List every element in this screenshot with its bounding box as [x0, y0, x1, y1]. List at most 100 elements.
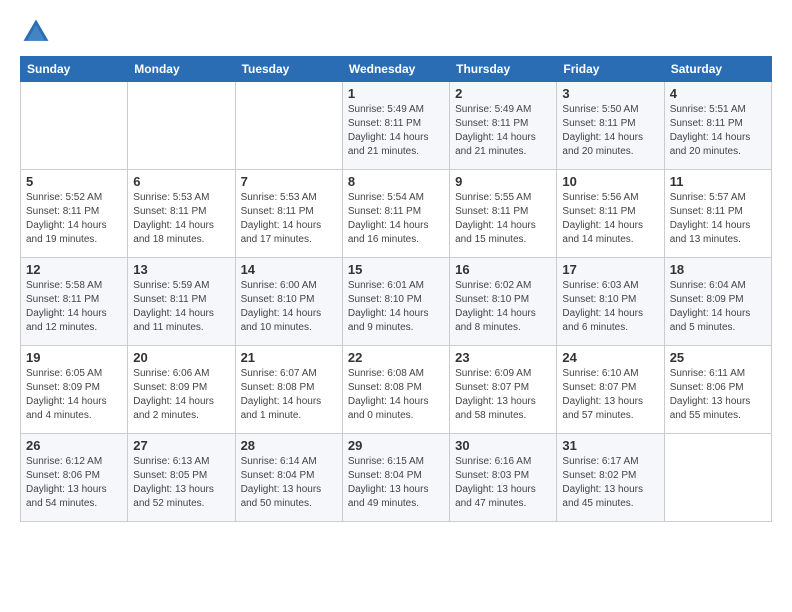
cell-sunset: Sunset: 8:06 PM: [670, 381, 766, 395]
cell-daylight: Daylight: 14 hours and 14 minutes.: [562, 219, 658, 247]
cell-sunrise: Sunrise: 6:03 AM: [562, 279, 658, 293]
cell-sunset: Sunset: 8:11 PM: [562, 117, 658, 131]
cell-daylight: Daylight: 14 hours and 5 minutes.: [670, 307, 766, 335]
cell-date: 8: [348, 174, 444, 189]
cell-sunset: Sunset: 8:02 PM: [562, 469, 658, 483]
cell-sunset: Sunset: 8:09 PM: [26, 381, 122, 395]
cell-sunset: Sunset: 8:09 PM: [133, 381, 229, 395]
cell-daylight: Daylight: 13 hours and 50 minutes.: [241, 483, 337, 511]
calendar-cell: 13 Sunrise: 5:59 AM Sunset: 8:11 PM Dayl…: [128, 258, 235, 346]
cell-daylight: Daylight: 14 hours and 10 minutes.: [241, 307, 337, 335]
cell-sunset: Sunset: 8:11 PM: [241, 205, 337, 219]
cell-sunrise: Sunrise: 6:02 AM: [455, 279, 551, 293]
calendar-cell: 14 Sunrise: 6:00 AM Sunset: 8:10 PM Dayl…: [235, 258, 342, 346]
cell-daylight: Daylight: 13 hours and 47 minutes.: [455, 483, 551, 511]
cell-sunrise: Sunrise: 6:10 AM: [562, 367, 658, 381]
cell-daylight: Daylight: 14 hours and 1 minute.: [241, 395, 337, 423]
cell-date: 29: [348, 438, 444, 453]
calendar-table: SundayMondayTuesdayWednesdayThursdayFrid…: [20, 56, 772, 522]
cell-daylight: Daylight: 14 hours and 20 minutes.: [562, 131, 658, 159]
weekday-header-cell: Monday: [128, 57, 235, 82]
cell-date: 1: [348, 86, 444, 101]
cell-date: 9: [455, 174, 551, 189]
cell-info: Sunrise: 5:51 AM Sunset: 8:11 PM Dayligh…: [670, 103, 766, 159]
cell-info: Sunrise: 6:10 AM Sunset: 8:07 PM Dayligh…: [562, 367, 658, 423]
cell-sunset: Sunset: 8:03 PM: [455, 469, 551, 483]
calendar-cell: 31 Sunrise: 6:17 AM Sunset: 8:02 PM Dayl…: [557, 434, 664, 522]
cell-daylight: Daylight: 14 hours and 2 minutes.: [133, 395, 229, 423]
calendar-cell: 24 Sunrise: 6:10 AM Sunset: 8:07 PM Dayl…: [557, 346, 664, 434]
cell-daylight: Daylight: 14 hours and 18 minutes.: [133, 219, 229, 247]
weekday-header-row: SundayMondayTuesdayWednesdayThursdayFrid…: [21, 57, 772, 82]
cell-daylight: Daylight: 13 hours and 45 minutes.: [562, 483, 658, 511]
cell-daylight: Daylight: 14 hours and 16 minutes.: [348, 219, 444, 247]
cell-sunset: Sunset: 8:10 PM: [562, 293, 658, 307]
cell-date: 4: [670, 86, 766, 101]
cell-sunset: Sunset: 8:04 PM: [241, 469, 337, 483]
cell-daylight: Daylight: 14 hours and 6 minutes.: [562, 307, 658, 335]
cell-daylight: Daylight: 14 hours and 15 minutes.: [455, 219, 551, 247]
cell-sunrise: Sunrise: 6:11 AM: [670, 367, 766, 381]
cell-sunrise: Sunrise: 6:07 AM: [241, 367, 337, 381]
cell-info: Sunrise: 5:49 AM Sunset: 8:11 PM Dayligh…: [455, 103, 551, 159]
cell-date: 20: [133, 350, 229, 365]
cell-sunrise: Sunrise: 6:12 AM: [26, 455, 122, 469]
cell-daylight: Daylight: 14 hours and 20 minutes.: [670, 131, 766, 159]
calendar-week-row: 26 Sunrise: 6:12 AM Sunset: 8:06 PM Dayl…: [21, 434, 772, 522]
cell-info: Sunrise: 6:00 AM Sunset: 8:10 PM Dayligh…: [241, 279, 337, 335]
cell-date: 17: [562, 262, 658, 277]
calendar-cell: [21, 82, 128, 170]
cell-info: Sunrise: 5:57 AM Sunset: 8:11 PM Dayligh…: [670, 191, 766, 247]
cell-info: Sunrise: 6:09 AM Sunset: 8:07 PM Dayligh…: [455, 367, 551, 423]
cell-sunset: Sunset: 8:11 PM: [133, 205, 229, 219]
calendar-cell: 9 Sunrise: 5:55 AM Sunset: 8:11 PM Dayli…: [450, 170, 557, 258]
cell-sunset: Sunset: 8:06 PM: [26, 469, 122, 483]
calendar-cell: 3 Sunrise: 5:50 AM Sunset: 8:11 PM Dayli…: [557, 82, 664, 170]
cell-sunset: Sunset: 8:11 PM: [348, 205, 444, 219]
cell-daylight: Daylight: 13 hours and 55 minutes.: [670, 395, 766, 423]
calendar-week-row: 1 Sunrise: 5:49 AM Sunset: 8:11 PM Dayli…: [21, 82, 772, 170]
cell-sunset: Sunset: 8:07 PM: [562, 381, 658, 395]
cell-sunrise: Sunrise: 6:06 AM: [133, 367, 229, 381]
cell-info: Sunrise: 6:01 AM Sunset: 8:10 PM Dayligh…: [348, 279, 444, 335]
cell-sunset: Sunset: 8:08 PM: [241, 381, 337, 395]
cell-sunrise: Sunrise: 6:09 AM: [455, 367, 551, 381]
weekday-header-cell: Sunday: [21, 57, 128, 82]
cell-sunset: Sunset: 8:04 PM: [348, 469, 444, 483]
calendar-cell: 28 Sunrise: 6:14 AM Sunset: 8:04 PM Dayl…: [235, 434, 342, 522]
weekday-header-cell: Wednesday: [342, 57, 449, 82]
cell-daylight: Daylight: 14 hours and 21 minutes.: [455, 131, 551, 159]
cell-sunset: Sunset: 8:11 PM: [670, 205, 766, 219]
cell-date: 15: [348, 262, 444, 277]
cell-info: Sunrise: 5:52 AM Sunset: 8:11 PM Dayligh…: [26, 191, 122, 247]
cell-sunrise: Sunrise: 5:49 AM: [455, 103, 551, 117]
cell-sunset: Sunset: 8:10 PM: [455, 293, 551, 307]
cell-sunset: Sunset: 8:11 PM: [133, 293, 229, 307]
cell-date: 10: [562, 174, 658, 189]
cell-sunset: Sunset: 8:11 PM: [26, 205, 122, 219]
calendar-cell: 7 Sunrise: 5:53 AM Sunset: 8:11 PM Dayli…: [235, 170, 342, 258]
calendar-cell: 21 Sunrise: 6:07 AM Sunset: 8:08 PM Dayl…: [235, 346, 342, 434]
cell-date: 31: [562, 438, 658, 453]
cell-info: Sunrise: 5:53 AM Sunset: 8:11 PM Dayligh…: [241, 191, 337, 247]
calendar-week-row: 5 Sunrise: 5:52 AM Sunset: 8:11 PM Dayli…: [21, 170, 772, 258]
cell-daylight: Daylight: 14 hours and 12 minutes.: [26, 307, 122, 335]
page-header: [20, 16, 772, 48]
cell-date: 24: [562, 350, 658, 365]
cell-info: Sunrise: 5:56 AM Sunset: 8:11 PM Dayligh…: [562, 191, 658, 247]
calendar-cell: 10 Sunrise: 5:56 AM Sunset: 8:11 PM Dayl…: [557, 170, 664, 258]
cell-sunset: Sunset: 8:10 PM: [241, 293, 337, 307]
cell-sunrise: Sunrise: 6:01 AM: [348, 279, 444, 293]
cell-info: Sunrise: 5:49 AM Sunset: 8:11 PM Dayligh…: [348, 103, 444, 159]
cell-sunset: Sunset: 8:11 PM: [670, 117, 766, 131]
calendar-cell: 22 Sunrise: 6:08 AM Sunset: 8:08 PM Dayl…: [342, 346, 449, 434]
cell-sunrise: Sunrise: 5:57 AM: [670, 191, 766, 205]
cell-date: 27: [133, 438, 229, 453]
calendar-cell: 19 Sunrise: 6:05 AM Sunset: 8:09 PM Dayl…: [21, 346, 128, 434]
calendar-cell: 12 Sunrise: 5:58 AM Sunset: 8:11 PM Dayl…: [21, 258, 128, 346]
cell-sunrise: Sunrise: 6:04 AM: [670, 279, 766, 293]
cell-info: Sunrise: 6:15 AM Sunset: 8:04 PM Dayligh…: [348, 455, 444, 511]
cell-date: 2: [455, 86, 551, 101]
cell-daylight: Daylight: 13 hours and 54 minutes.: [26, 483, 122, 511]
cell-info: Sunrise: 5:55 AM Sunset: 8:11 PM Dayligh…: [455, 191, 551, 247]
